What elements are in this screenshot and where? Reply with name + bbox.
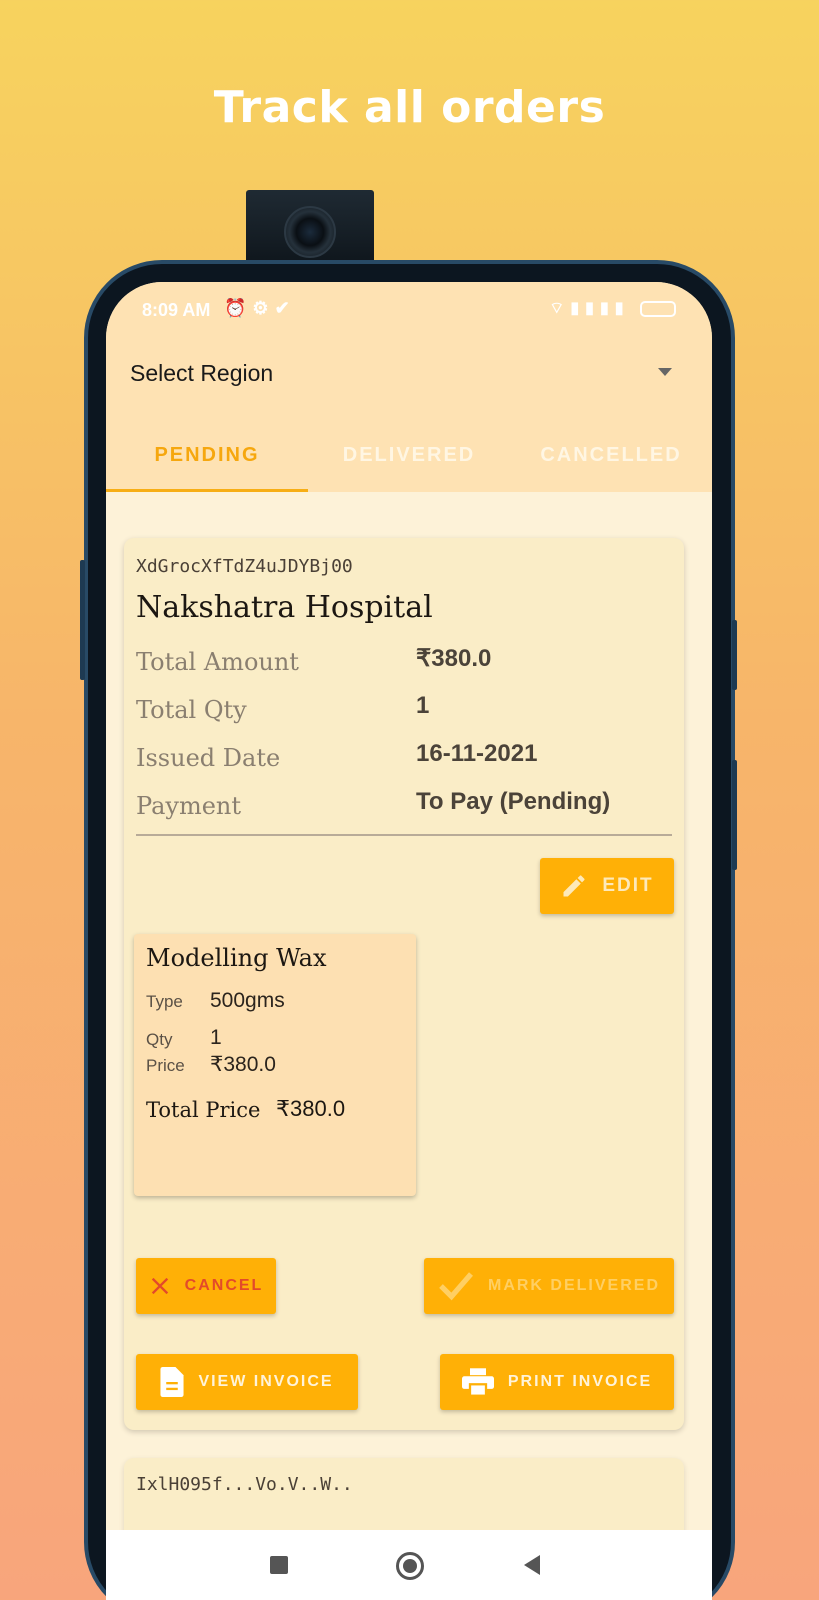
check-icon: [439, 1272, 473, 1301]
mark-delivered-button[interactable]: MARK DELIVERED: [424, 1258, 674, 1314]
home-icon[interactable]: [396, 1552, 424, 1580]
item-price-value: ₹380.0: [210, 1053, 276, 1076]
status-icons-left: ⏰⚙✔: [224, 298, 296, 319]
issued-date-row: Issued Date 16-11-2021: [136, 740, 676, 784]
back-icon[interactable]: [524, 1555, 540, 1575]
popup-camera: [246, 190, 374, 268]
status-icons-right: ⌔▮▮▮▮: [549, 298, 676, 318]
customer-name: Nakshatra Hospital: [136, 590, 433, 625]
next-order-id: IxlH095f...Vo.V..W..: [136, 1474, 353, 1495]
mark-delivered-label: MARK DELIVERED: [487, 1277, 660, 1294]
app-screen: 8:09 AM ⏰⚙✔ ⌔▮▮▮▮ Select Region PENDING …: [106, 282, 712, 1600]
pencil-icon: [563, 875, 585, 897]
signal-icon: ▮▮: [570, 300, 600, 317]
side-button: [732, 760, 737, 870]
region-dropdown[interactable]: Select Region: [130, 360, 690, 400]
total-qty-label: Total Qty: [136, 696, 247, 724]
cancel-button[interactable]: CANCEL: [136, 1258, 276, 1314]
tab-cancelled[interactable]: CANCELLED: [510, 432, 712, 492]
tab-delivered[interactable]: DELIVERED: [308, 432, 510, 492]
print-invoice-button[interactable]: PRINT INVOICE: [440, 1354, 674, 1410]
tab-pending[interactable]: PENDING: [106, 432, 308, 492]
total-amount-row: Total Amount ₹380.0: [136, 645, 676, 688]
close-icon: [151, 1277, 168, 1295]
payment-value: To Pay (Pending): [416, 788, 611, 815]
order-item-card: Modelling Wax Type 500gms Qty 1 Price ₹3…: [134, 934, 416, 1196]
view-invoice-label: VIEW INVOICE: [198, 1373, 334, 1390]
order-tabs: PENDING DELIVERED CANCELLED: [106, 432, 712, 492]
total-amount-value: ₹380.0: [416, 645, 492, 672]
wifi-icon: ⌔: [549, 300, 571, 317]
volume-button: [80, 560, 85, 680]
camera-lens-icon: [284, 206, 336, 258]
printer-icon: [461, 1368, 494, 1396]
caret-down-icon: [658, 368, 672, 376]
print-invoice-label: PRINT INVOICE: [507, 1373, 653, 1390]
cancel-label: CANCEL: [184, 1277, 264, 1294]
divider: [136, 834, 672, 836]
item-total-label: Total Price: [146, 1098, 261, 1122]
order-list[interactable]: XdGrocXfTdZ4uJDYBj00 Nakshatra Hospital …: [106, 492, 712, 1600]
total-amount-label: Total Amount: [136, 648, 299, 676]
recents-icon[interactable]: [270, 1556, 288, 1574]
item-name: Modelling Wax: [146, 944, 327, 972]
status-time: 8:09 AM: [142, 300, 211, 320]
item-qty-label: Qty: [146, 1030, 173, 1049]
order-card: XdGrocXfTdZ4uJDYBj00 Nakshatra Hospital …: [124, 538, 684, 1430]
payment-row: Payment To Pay (Pending): [136, 788, 676, 832]
total-qty-row: Total Qty 1: [136, 692, 676, 736]
item-qty-value: 1: [210, 1026, 222, 1049]
settings-icon: ⚙: [252, 298, 275, 318]
document-icon: [160, 1367, 184, 1397]
edit-button[interactable]: EDIT: [540, 858, 674, 914]
payment-label: Payment: [136, 792, 241, 820]
item-price-label: Price: [146, 1056, 185, 1075]
view-invoice-button[interactable]: VIEW INVOICE: [136, 1354, 358, 1410]
issued-date-label: Issued Date: [136, 744, 281, 772]
navigation-bar: [106, 1530, 712, 1600]
alarm-icon: ⏰: [224, 298, 253, 318]
total-qty-value: 1: [416, 692, 430, 719]
region-dropdown-label: Select Region: [130, 360, 274, 386]
check-icon: ✔: [274, 298, 296, 318]
item-total-value: ₹380.0: [276, 1096, 346, 1121]
issued-date-value: 16-11-2021: [416, 740, 538, 767]
power-button: [732, 620, 737, 690]
item-type-label: Type: [146, 992, 183, 1011]
signal-icon: ▮▮: [599, 300, 630, 317]
item-type-value: 500gms: [210, 989, 285, 1012]
headline: Track all orders: [213, 82, 606, 133]
order-id: XdGrocXfTdZ4uJDYBj00: [136, 556, 353, 577]
battery-icon: [640, 300, 676, 317]
edit-label: EDIT: [602, 875, 654, 896]
status-bar: 8:09 AM ⏰⚙✔ ⌔▮▮▮▮: [106, 282, 712, 338]
